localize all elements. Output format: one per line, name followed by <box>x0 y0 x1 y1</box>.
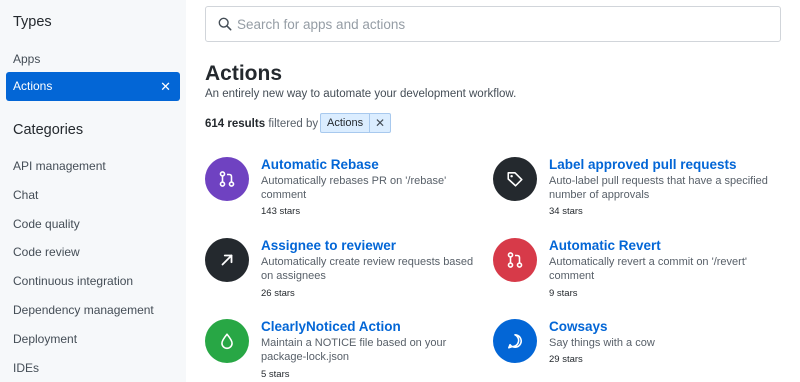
category-item-ides[interactable]: IDEs <box>13 361 154 382</box>
categories-heading: Categories <box>13 122 84 138</box>
results-filtered-by: filtered by <box>268 118 319 130</box>
comment-icon <box>493 319 537 363</box>
search-input[interactable] <box>237 7 767 41</box>
action-card-label-approved-pull-requests[interactable]: Label approved pull requests Auto-label … <box>493 157 768 227</box>
card-description: Automatically revert a commit on '/rever… <box>549 256 747 282</box>
clear-type-filter-icon[interactable]: ✕ <box>160 72 171 101</box>
droplet-icon <box>205 319 249 363</box>
card-stars: 143 stars <box>261 206 301 217</box>
card-title[interactable]: ClearlyNoticed Action <box>261 319 401 334</box>
card-stars: 9 stars <box>549 288 578 299</box>
sidebar: Types Apps Actions ✕ Categories API mana… <box>0 0 186 382</box>
category-item-code-quality[interactable]: Code quality <box>13 217 154 246</box>
sidebar-item-actions-selected[interactable]: Actions ✕ <box>6 72 180 101</box>
git-pull-request-icon <box>493 238 537 282</box>
action-card-clearlynoticed-action[interactable]: ClearlyNoticed Action Maintain a NOTICE … <box>205 319 475 382</box>
card-stars: 5 stars <box>261 369 290 380</box>
card-description: Say things with a cow <box>549 337 655 349</box>
card-description: Automatically rebases PR on '/rebase' co… <box>261 175 447 201</box>
arrow-up-right-icon <box>205 238 249 282</box>
action-card-assignee-to-reviewer[interactable]: Assignee to reviewer Automatically creat… <box>205 238 475 308</box>
results-count: 614 results <box>205 118 266 130</box>
card-stars: 26 stars <box>261 288 295 299</box>
results-summary: 614 results filtered by <box>205 116 318 132</box>
filter-chip-label: Actions <box>321 114 371 132</box>
card-stars: 29 stars <box>549 354 583 365</box>
card-description: Automatically create review requests bas… <box>261 256 474 282</box>
category-item-deployment[interactable]: Deployment <box>13 332 154 361</box>
card-title[interactable]: Label approved pull requests <box>549 157 737 172</box>
card-title[interactable]: Automatic Rebase <box>261 157 379 172</box>
git-pull-request-icon <box>205 157 249 201</box>
page-subtitle: An entirely new way to automate your dev… <box>205 88 517 100</box>
card-title[interactable]: Assignee to reviewer <box>261 238 396 253</box>
card-stars: 34 stars <box>549 206 583 217</box>
category-item-code-review[interactable]: Code review <box>13 245 154 274</box>
types-heading: Types <box>13 14 52 30</box>
search-icon <box>218 17 232 31</box>
tag-icon <box>493 157 537 201</box>
sidebar-item-apps[interactable]: Apps <box>13 52 40 66</box>
card-description: Auto-label pull requests that have a spe… <box>549 175 768 201</box>
sidebar-item-label: Actions <box>13 79 53 93</box>
page-title: Actions <box>205 62 283 85</box>
remove-filter-icon[interactable]: ✕ <box>370 114 390 132</box>
action-card-automatic-revert[interactable]: Automatic Revert Automatically revert a … <box>493 238 763 308</box>
search-box <box>205 6 781 42</box>
category-item-dependency-management[interactable]: Dependency management <box>13 303 154 332</box>
category-item-api-management[interactable]: API management <box>13 159 154 188</box>
card-title[interactable]: Automatic Revert <box>549 238 661 253</box>
card-description: Maintain a NOTICE file based on your pac… <box>261 337 447 363</box>
filter-chip-actions: Actions ✕ <box>320 113 392 133</box>
action-card-automatic-rebase[interactable]: Automatic Rebase Automatically rebases P… <box>205 157 475 227</box>
category-list: API management Chat Code quality Code re… <box>13 159 154 382</box>
category-item-continuous-integration[interactable]: Continuous integration <box>13 274 154 303</box>
action-card-cowsays[interactable]: Cowsays Say things with a cow 29 stars <box>493 319 763 382</box>
card-title[interactable]: Cowsays <box>549 319 608 334</box>
category-item-chat[interactable]: Chat <box>13 188 154 217</box>
